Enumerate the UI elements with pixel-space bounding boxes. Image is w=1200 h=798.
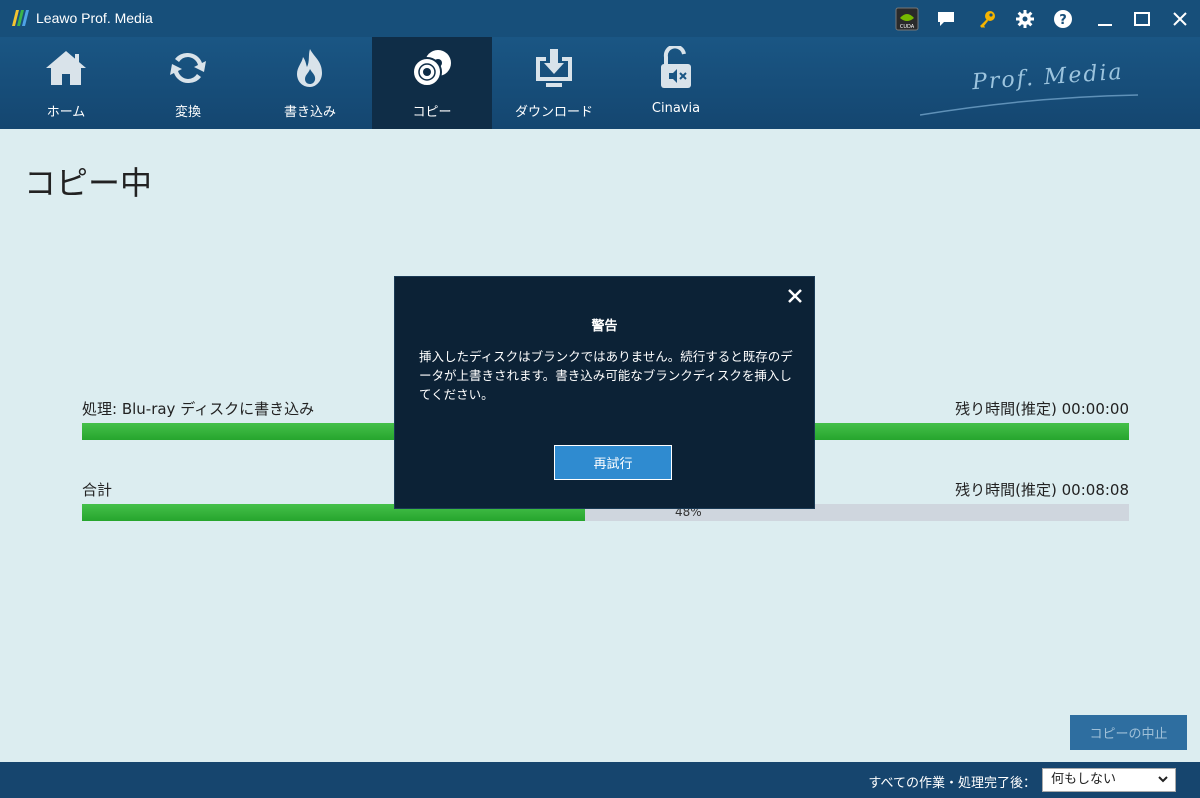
maximize-icon[interactable] (1130, 7, 1154, 31)
bottom-bar: すべての作業・処理完了後： 何もしない (0, 762, 1200, 798)
chat-icon[interactable] (934, 7, 958, 31)
nav-tab-burn[interactable]: 書き込み (250, 37, 370, 129)
close-icon[interactable] (784, 285, 806, 307)
nav-tab-home[interactable]: ホーム (6, 37, 126, 129)
chevron-down-icon (1157, 769, 1169, 798)
home-icon (42, 45, 90, 91)
total-remaining-time: 残り時間(推定) 00:08:08 (955, 481, 1129, 499)
nav-tab-label: ホーム (46, 105, 86, 120)
nav-tab-label: 書き込み (283, 105, 336, 120)
after-completion-select[interactable]: 何もしない (1042, 768, 1176, 792)
burn-icon (286, 45, 334, 91)
app-logo-icon (12, 10, 29, 26)
nav-tab-download[interactable]: ダウンロード (494, 37, 614, 129)
retry-button[interactable]: 再試行 (554, 445, 672, 480)
svg-text:?: ? (1059, 13, 1067, 28)
process-label: 処理: Blu-ray ディスクに書き込み (82, 400, 315, 418)
nav-tab-copy[interactable]: コピー (372, 37, 492, 129)
page-title: コピー中 (24, 164, 153, 202)
close-window-icon[interactable] (1168, 7, 1192, 31)
process-remaining-time: 残り時間(推定) 00:00:00 (955, 400, 1129, 418)
download-icon (530, 45, 578, 91)
dialog-message: 挿入したディスクはブランクではありません。続行すると既存のデータが上書きされます… (419, 349, 793, 402)
convert-icon (164, 45, 212, 91)
brand-logo: Prof. Media (920, 57, 1150, 117)
main-nav: ホーム 変換 書き込み コピー ダウンロード Cinavia Prof. Med… (0, 37, 1200, 129)
app-title: Leawo Prof. Media (36, 10, 153, 26)
help-icon[interactable]: ? (1051, 7, 1075, 31)
nav-tab-cinavia[interactable]: Cinavia (616, 37, 736, 129)
stop-copy-button[interactable]: コピーの中止 (1070, 715, 1187, 750)
gear-icon[interactable] (1013, 7, 1037, 31)
key-icon[interactable] (975, 7, 999, 31)
nav-tab-label: コピー (412, 105, 452, 120)
cuda-icon[interactable]: CUDA (895, 7, 919, 31)
after-completion-label: すべての作業・処理完了後： (868, 776, 1036, 791)
cinavia-icon (652, 45, 700, 91)
nav-tab-label: ダウンロード (514, 105, 593, 120)
warning-dialog: 警告 挿入したディスクはブランクではありません。続行すると既存のデータが上書きさ… (394, 276, 815, 509)
title-bar: Leawo Prof. Media CUDA ? (0, 0, 1200, 37)
dialog-title: 警告 (591, 319, 618, 334)
total-label: 合計 (82, 481, 113, 499)
svg-text:CUDA: CUDA (900, 24, 915, 30)
nav-tab-convert[interactable]: 変換 (128, 37, 248, 129)
nav-tab-label: 変換 (174, 105, 201, 120)
copy-icon (408, 45, 456, 91)
minimize-icon[interactable] (1093, 7, 1117, 31)
nav-tab-label: Cinavia (651, 101, 701, 116)
after-completion-value: 何もしない (1051, 772, 1117, 787)
